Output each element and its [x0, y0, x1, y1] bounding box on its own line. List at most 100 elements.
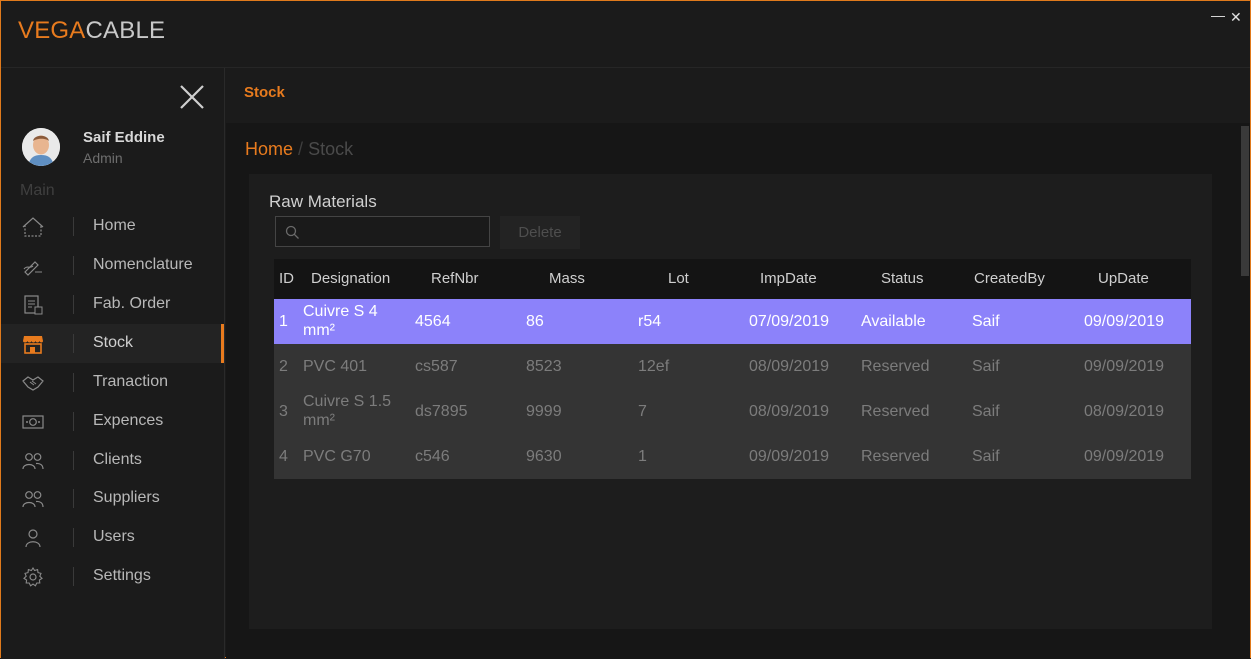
card-title: Raw Materials	[269, 192, 377, 211]
cell-id: 4	[279, 448, 288, 465]
sidebar-item-label: Expences	[93, 412, 164, 429]
logo-part-2: CABLE	[85, 17, 166, 44]
nav-separator	[73, 256, 74, 275]
cell-createdby: Saif	[972, 448, 1000, 465]
breadcrumb-current: Stock	[308, 139, 354, 159]
window-close-button[interactable]: ✕	[1230, 9, 1242, 26]
nav-separator	[73, 334, 74, 353]
nav-separator	[73, 217, 74, 236]
sidebar: Saif Eddine Admin Main Home Nomenclature…	[1, 68, 225, 659]
cell-createdby: Saif	[972, 358, 1000, 375]
page-title: Stock	[244, 84, 285, 101]
sidebar-item-suppliers[interactable]: Suppliers	[1, 479, 224, 518]
table-row[interactable]: 4 PVC G70 c546 9630 1 09/09/2019 Reserve…	[274, 434, 1191, 479]
suppliers-icon	[22, 491, 44, 508]
avatar	[22, 128, 60, 166]
cell-id: 3	[279, 403, 288, 420]
search-box	[275, 216, 490, 247]
nav-separator	[73, 373, 74, 392]
cell-lot: 7	[638, 403, 647, 420]
nav-separator	[73, 528, 74, 547]
cell-update: 09/09/2019	[1084, 358, 1165, 375]
sidebar-item-label: Settings	[93, 567, 151, 584]
column-header-lot[interactable]: Lot	[668, 270, 689, 287]
cell-impdate: 07/09/2019	[749, 313, 830, 330]
breadcrumb-home-link[interactable]: Home	[245, 139, 293, 159]
table-row[interactable]: 2 PVC 401 cs587 8523 12ef 08/09/2019 Res…	[274, 344, 1191, 389]
cell-mass: 9999	[526, 403, 562, 420]
nav-separator	[73, 489, 74, 508]
cell-id: 2	[279, 358, 288, 375]
sidebar-item-label: Nomenclature	[93, 256, 193, 273]
cell-refnbr: cs587	[415, 358, 458, 375]
search-input[interactable]	[308, 221, 487, 245]
pen-icon	[23, 261, 42, 276]
cell-designation: PVC G70	[303, 448, 371, 465]
sidebar-item-label: Users	[93, 528, 135, 545]
main-content: Stock Home / Stock Raw Materials Delete …	[226, 68, 1250, 659]
sidebar-item-label: Home	[93, 217, 136, 234]
home-icon	[22, 217, 44, 237]
delete-button[interactable]: Delete	[500, 216, 580, 249]
scrollbar-thumb[interactable]	[1241, 126, 1249, 276]
money-icon	[22, 415, 44, 429]
user-name: Saif Eddine	[83, 129, 165, 146]
nav-separator	[73, 567, 74, 586]
column-header-status[interactable]: Status	[881, 270, 924, 287]
sidebar-item-label: Tranaction	[93, 373, 168, 390]
cell-status: Available	[861, 313, 926, 330]
cell-status: Reserved	[861, 358, 930, 375]
sidebar-item-home[interactable]: Home	[1, 207, 224, 246]
cell-refnbr: ds7895	[415, 403, 468, 420]
gear-icon	[23, 566, 43, 587]
sidebar-item-stock[interactable]: Stock	[1, 324, 224, 363]
store-icon	[23, 336, 43, 354]
sidebar-item-users[interactable]: Users	[1, 518, 224, 557]
nav-section-label: Main	[20, 182, 55, 199]
sidebar-close-icon[interactable]	[177, 82, 207, 112]
nav-separator	[73, 451, 74, 470]
cell-impdate: 09/09/2019	[749, 448, 830, 465]
breadcrumb: Home / Stock	[245, 139, 353, 160]
cell-designation: Cuivre S 1.5 mm²	[303, 393, 392, 429]
cell-refnbr: c546	[415, 448, 450, 465]
cell-mass: 8523	[526, 358, 562, 375]
cell-status: Reserved	[861, 448, 930, 465]
nav-separator	[73, 412, 74, 431]
column-header-id[interactable]: ID	[279, 270, 294, 287]
table-row[interactable]: 1 Cuivre S 4 mm² 4564 86 r54 07/09/2019 …	[274, 299, 1191, 344]
order-icon	[24, 295, 43, 315]
column-header-designation[interactable]: Designation	[311, 270, 390, 287]
breadcrumb-separator: /	[298, 139, 304, 159]
user-role: Admin	[83, 150, 123, 166]
cell-impdate: 08/09/2019	[749, 403, 830, 420]
handshake-icon	[22, 376, 44, 391]
sidebar-item-settings[interactable]: Settings	[1, 557, 224, 596]
clients-icon	[22, 453, 44, 470]
sidebar-item-label: Fab. Order	[93, 295, 171, 312]
cell-mass: 86	[526, 313, 544, 330]
sidebar-item-tranaction[interactable]: Tranaction	[1, 363, 224, 402]
cell-mass: 9630	[526, 448, 562, 465]
logo-part-1: VEGA	[18, 17, 86, 44]
column-header-refnbr[interactable]: RefNbr	[431, 270, 479, 287]
cell-lot: r54	[638, 313, 662, 330]
search-icon	[285, 225, 299, 239]
raw-materials-card: Raw Materials Delete ID Designation RefN…	[249, 174, 1212, 629]
cell-update: 09/09/2019	[1084, 448, 1165, 465]
user-icon	[25, 529, 41, 548]
column-header-impdate[interactable]: ImpDate	[760, 270, 817, 287]
column-header-update[interactable]: UpDate	[1098, 270, 1149, 287]
sidebar-item-label: Stock	[93, 334, 134, 351]
table-row[interactable]: 3 Cuivre S 1.5 mm² ds7895 9999 7 08/09/2…	[274, 389, 1191, 434]
page-header: Stock	[226, 68, 1250, 123]
column-header-mass[interactable]: Mass	[549, 270, 585, 287]
title-bar: VEGACABLE — ✕	[1, 1, 1250, 68]
column-header-createdby[interactable]: CreatedBy	[974, 270, 1045, 287]
minimize-button[interactable]: —	[1211, 7, 1225, 23]
sidebar-item-fab-order[interactable]: Fab. Order	[1, 285, 224, 324]
sidebar-item-expences[interactable]: Expences	[1, 402, 224, 441]
sidebar-item-clients[interactable]: Clients	[1, 441, 224, 480]
sidebar-item-nomenclature[interactable]: Nomenclature	[1, 246, 224, 285]
avatar-portrait-icon	[22, 128, 60, 166]
